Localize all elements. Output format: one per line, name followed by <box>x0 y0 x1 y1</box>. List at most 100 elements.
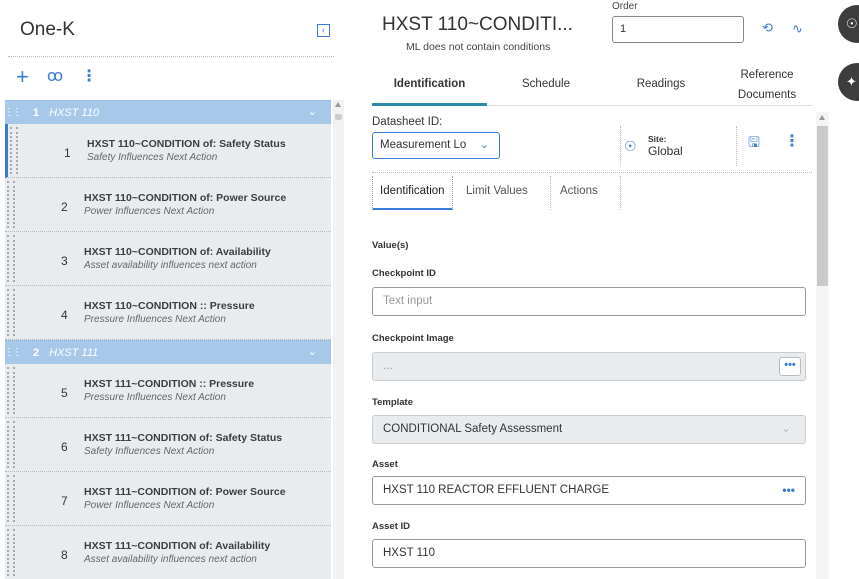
browse-button[interactable]: ••• <box>779 357 801 376</box>
list-item[interactable]: 1 HXST 110~CONDITION of: Safety Status Sa… <box>5 124 331 178</box>
item-subtitle: Pressure Influences Next Action <box>84 392 226 403</box>
group-header[interactable]: ⋮⋮ 2 HXST 111 ⌄ <box>5 340 331 364</box>
drag-handle-icon[interactable] <box>7 289 15 336</box>
tab-readings[interactable]: Readings <box>612 62 710 106</box>
section-label: Value(s) <box>372 240 409 251</box>
site-label: Site: <box>648 134 667 144</box>
item-title: HXST 111~CONDITION :: Pressure <box>84 378 255 390</box>
divider <box>736 126 737 166</box>
list-item[interactable]: 4 HXST 110~CONDITION :: PressurePressure… <box>5 286 331 340</box>
item-title: HXST 111~CONDITION of: Power Source <box>84 486 286 498</box>
main-tabs: Identification Schedule Readings Referen… <box>372 62 812 106</box>
checkpoint-image-field[interactable]: ... ••• <box>372 352 806 381</box>
item-number: 7 <box>61 494 68 508</box>
detail-scrollbar[interactable] <box>816 112 829 579</box>
asset-value: HXST 110 REACTOR EFFLUENT CHARGE <box>383 484 610 496</box>
item-number: 2 <box>61 200 68 214</box>
scroll-up-icon[interactable] <box>819 115 825 120</box>
drag-handle-icon[interactable] <box>10 127 18 174</box>
chevron-down-icon: ⌄ <box>479 139 489 151</box>
list-item[interactable]: 6 HXST 111~CONDITION of: Safety Status Sa… <box>5 418 331 472</box>
item-number: 1 <box>64 146 71 160</box>
page-title: HXST 110~CONDITI... <box>382 14 573 35</box>
add-icon[interactable]: + <box>16 66 29 88</box>
item-title: HXST 110~CONDITION of: Availability <box>84 246 271 258</box>
list-item[interactable]: 7 HXST 111~CONDITION of: Power Source Pow… <box>5 472 331 526</box>
checkpoint-image-value: ... <box>383 360 393 372</box>
group-number: 2 <box>33 346 40 359</box>
drag-handle-icon[interactable] <box>7 421 15 468</box>
list-item[interactable]: 3 HXST 110~CONDITION of: Availability Ass… <box>5 232 331 286</box>
datasheet-select[interactable]: Measurement Lo ⌄ <box>372 132 500 159</box>
drag-handle-icon[interactable] <box>7 367 15 414</box>
tab-label-line: Documents <box>737 89 797 101</box>
drag-handle-icon[interactable]: ⋮⋮ <box>5 101 22 124</box>
list-item[interactable]: 8 HXST 111~CONDITION of: Availability Ass… <box>5 526 331 579</box>
chevron-down-icon[interactable]: ⌄ <box>308 345 317 358</box>
browse-icon[interactable]: ••• <box>782 483 795 497</box>
item-title: HXST 110~CONDITION of: Power Source <box>84 192 287 204</box>
item-number: 5 <box>61 386 68 400</box>
item-title: HXST 111~CONDITION of: Availability <box>84 540 271 552</box>
item-subtitle: Safety Influences Next Action <box>87 152 218 163</box>
view-icon[interactable]: ☉ <box>838 5 859 43</box>
drag-handle-icon[interactable] <box>7 529 15 576</box>
item-number: 8 <box>61 548 68 562</box>
divider <box>372 172 812 173</box>
list-item[interactable]: 2 HXST 110~CONDITION of: Power Source Pow… <box>5 178 331 232</box>
subtab-limit-values[interactable]: Limit Values <box>466 176 528 210</box>
asset-id-field[interactable]: HXST 110 <box>372 539 806 568</box>
detail-panel: HXST 110~CONDITI... ML does not contain … <box>358 0 818 579</box>
drag-handle-icon[interactable] <box>7 475 15 522</box>
trend-icon[interactable]: ∿ <box>792 21 803 37</box>
sub-tabs: Identification Limit Values Actions <box>372 176 622 210</box>
site-value: Global <box>648 144 683 158</box>
location-pin-icon: ☉ <box>624 138 637 154</box>
collapse-panel-button[interactable]: ‹ <box>317 24 330 37</box>
item-title: HXST 110~CONDITION :: Pressure <box>84 300 255 312</box>
drag-handle-icon[interactable]: ⋮⋮ <box>5 341 22 364</box>
drag-handle-icon[interactable] <box>7 181 15 228</box>
asset-field[interactable]: HXST 110 REACTOR EFFLUENT CHARGE ••• <box>372 476 806 505</box>
tab-identification[interactable]: Identification <box>372 62 487 106</box>
left-panel: One-K ‹ + ꝏ ⋮ ⋮⋮ 1 HXST 110 ⌄ 1 HXST 110… <box>0 0 346 579</box>
item-subtitle: Asset availability influences next actio… <box>84 554 257 565</box>
item-subtitle: Pressure Influences Next Action <box>84 314 226 325</box>
pin-icon[interactable]: ✦ <box>838 63 859 101</box>
template-select[interactable]: CONDITIONAL Safety Assessment ⌄ <box>372 415 806 444</box>
chevron-down-icon: ⌄ <box>780 421 791 435</box>
order-input[interactable]: 1 <box>612 16 744 43</box>
scroll-thumb[interactable] <box>335 114 342 120</box>
item-number: 4 <box>61 308 68 322</box>
tab-schedule[interactable]: Schedule <box>497 62 595 106</box>
list-scrollbar[interactable] <box>333 100 344 579</box>
list-item[interactable]: 5 HXST 111~CONDITION :: PressurePressure… <box>5 364 331 418</box>
scroll-up-icon[interactable] <box>335 102 341 107</box>
reset-icon[interactable]: ⟲ <box>762 20 773 36</box>
panel-title: One-K <box>20 19 75 40</box>
scroll-thumb[interactable] <box>817 126 828 286</box>
item-number: 6 <box>61 440 68 454</box>
tab-reference-documents[interactable]: Reference Documents <box>722 62 812 106</box>
template-label: Template <box>372 397 414 408</box>
drag-handle-icon[interactable] <box>7 235 15 282</box>
more-options-icon[interactable]: ⋮ <box>81 67 97 87</box>
subtab-actions[interactable]: Actions <box>560 176 598 210</box>
checkpoint-id-input[interactable]: Text input <box>372 287 806 316</box>
datasheet-value: Measurement Lo <box>380 139 467 151</box>
divider <box>620 126 621 166</box>
item-subtitle: Power Influences Next Action <box>84 500 215 511</box>
item-subtitle: Asset availability influences next actio… <box>84 260 257 271</box>
page-subtitle: ML does not contain conditions <box>406 41 551 53</box>
item-title: HXST 111~CONDITION of: Safety Status <box>84 432 283 444</box>
group-name: HXST 110 <box>49 106 100 119</box>
group-header[interactable]: ⋮⋮ 1 HXST 110 ⌄ <box>5 100 331 124</box>
save-icon[interactable]: 🖫 <box>748 132 760 156</box>
item-title: HXST 110~CONDITION of: Safety Status <box>87 138 286 150</box>
subtab-identification[interactable]: Identification <box>372 176 453 210</box>
binoculars-search-icon[interactable]: ꝏ <box>47 67 63 87</box>
chevron-down-icon[interactable]: ⌄ <box>308 105 317 118</box>
datasheet-label: Datasheet ID: <box>372 116 443 128</box>
more-options-icon[interactable]: ⋮ <box>784 131 800 151</box>
checkpoint-id-label: Checkpoint ID <box>372 268 436 279</box>
